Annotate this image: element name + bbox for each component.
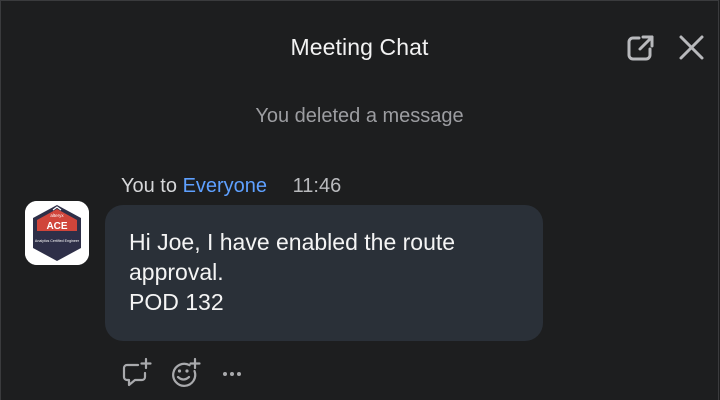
close-icon xyxy=(679,35,704,60)
badge-code-text: ACE xyxy=(46,221,67,232)
message-timestamp: 11:46 xyxy=(292,175,342,197)
reply-thread-button[interactable] xyxy=(121,357,153,389)
message-line: POD 132 xyxy=(129,289,224,315)
message-header: You to Everyone 11:46 xyxy=(121,175,341,198)
chat-window: Meeting Chat You deleted a message You t… xyxy=(0,0,719,400)
sender-label: You to xyxy=(121,175,177,197)
add-reaction-icon xyxy=(172,357,201,387)
avatar[interactable]: alteryx ACE Analytics Certified Engineer xyxy=(25,201,89,265)
badge-caption-text: Analytics Certified Engineer xyxy=(35,239,80,243)
message-bubble[interactable]: Hi Joe, I have enabled the route approva… xyxy=(105,205,543,341)
deleted-message-notice: You deleted a message xyxy=(255,105,464,127)
panel-title: Meeting Chat xyxy=(290,34,429,60)
more-options-icon xyxy=(223,372,241,376)
recipient-link[interactable]: Everyone xyxy=(183,175,268,197)
badge-brand-text: alteryx xyxy=(50,213,64,218)
message-line: Hi Joe, I have enabled the route xyxy=(129,229,456,255)
message-line: approval. xyxy=(129,259,224,285)
reply-thread-icon xyxy=(122,357,152,387)
more-options-button[interactable] xyxy=(217,357,249,389)
popout-button[interactable] xyxy=(625,33,657,63)
close-button[interactable] xyxy=(675,33,707,63)
popout-icon xyxy=(627,35,654,61)
add-reaction-button[interactable] xyxy=(169,357,201,389)
ace-badge-icon: alteryx ACE Analytics Certified Engineer xyxy=(25,201,89,265)
